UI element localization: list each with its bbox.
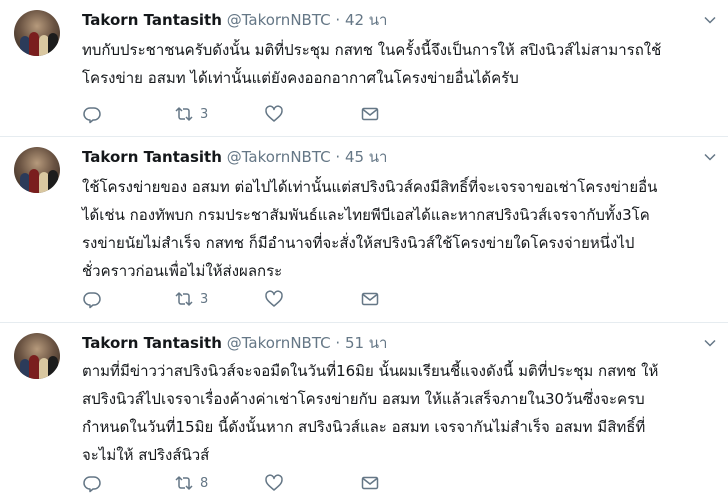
heart-icon <box>265 474 283 491</box>
envelope-icon <box>361 292 379 306</box>
tweet-actions: 8 <box>82 473 380 493</box>
envelope-icon <box>361 107 379 121</box>
like-button[interactable] <box>264 104 360 124</box>
tweet-header: Takorn Tantasith @TakornNBTC · 51 นา <box>82 333 387 353</box>
author-name[interactable]: Takorn Tantasith <box>82 334 222 352</box>
reply-button[interactable] <box>82 473 174 493</box>
tweet-actions: 3 <box>82 104 380 124</box>
separator-dot: · <box>335 11 341 29</box>
avatar[interactable] <box>14 147 60 193</box>
avatar[interactable] <box>14 333 60 379</box>
retweet-icon <box>175 476 193 490</box>
reply-icon <box>83 292 101 309</box>
tweet-feed: Takorn Tantasith @TakornNBTC · 42 นา ทบก… <box>0 0 728 504</box>
tweet-text: ตามที่มีข่าวว่าสปริงนิวส์จะจอมืดในวันที่… <box>82 362 659 464</box>
envelope-icon <box>361 476 379 490</box>
separator-dot: · <box>335 148 341 166</box>
tweet-actions: 3 <box>82 289 380 309</box>
timestamp[interactable]: 51 นา <box>345 334 388 352</box>
author-name[interactable]: Takorn Tantasith <box>82 148 222 166</box>
chevron-down-icon[interactable] <box>704 151 716 163</box>
reply-icon <box>83 476 101 493</box>
retweet-button[interactable]: 8 <box>174 473 264 493</box>
dm-button[interactable] <box>360 104 380 124</box>
tweet-text: ใช้โครงข่ายของ อสมท ต่อไปได้เท่านั้นแต่ส… <box>82 178 658 280</box>
reply-button[interactable] <box>82 289 174 309</box>
heart-icon <box>265 290 283 307</box>
retweet-count: 3 <box>200 106 209 122</box>
chevron-down-icon[interactable] <box>704 14 716 26</box>
retweet-count: 3 <box>200 291 209 307</box>
dm-button[interactable] <box>360 289 380 309</box>
retweet-button[interactable]: 3 <box>174 289 264 309</box>
reply-icon <box>83 107 101 124</box>
retweet-button[interactable]: 3 <box>174 104 264 124</box>
retweet-icon <box>175 292 193 306</box>
author-name[interactable]: Takorn Tantasith <box>82 11 222 29</box>
retweet-count: 8 <box>200 475 209 491</box>
author-handle[interactable]: @TakornNBTC <box>227 148 331 166</box>
tweet-3[interactable]: Takorn Tantasith @TakornNBTC · 51 นา ตาม… <box>0 323 728 504</box>
tweet-1[interactable]: Takorn Tantasith @TakornNBTC · 42 นา ทบก… <box>0 0 728 137</box>
tweet-2[interactable]: Takorn Tantasith @TakornNBTC · 45 นา ใช้… <box>0 137 728 323</box>
avatar[interactable] <box>14 10 60 56</box>
tweet-header: Takorn Tantasith @TakornNBTC · 42 นา <box>82 10 387 30</box>
like-button[interactable] <box>264 473 360 493</box>
author-handle[interactable]: @TakornNBTC <box>227 11 331 29</box>
timestamp[interactable]: 42 นา <box>345 11 388 29</box>
heart-icon <box>265 105 283 122</box>
retweet-icon <box>175 107 193 121</box>
timestamp[interactable]: 45 นา <box>345 148 388 166</box>
tweet-header: Takorn Tantasith @TakornNBTC · 45 นา <box>82 147 387 167</box>
author-handle[interactable]: @TakornNBTC <box>227 334 331 352</box>
chevron-down-icon[interactable] <box>704 337 716 349</box>
reply-button[interactable] <box>82 104 174 124</box>
tweet-text: ทบกับประชาชนครับดังนั้น มติที่ประชุม กสท… <box>82 41 662 87</box>
separator-dot: · <box>335 334 341 352</box>
dm-button[interactable] <box>360 473 380 493</box>
like-button[interactable] <box>264 289 360 309</box>
